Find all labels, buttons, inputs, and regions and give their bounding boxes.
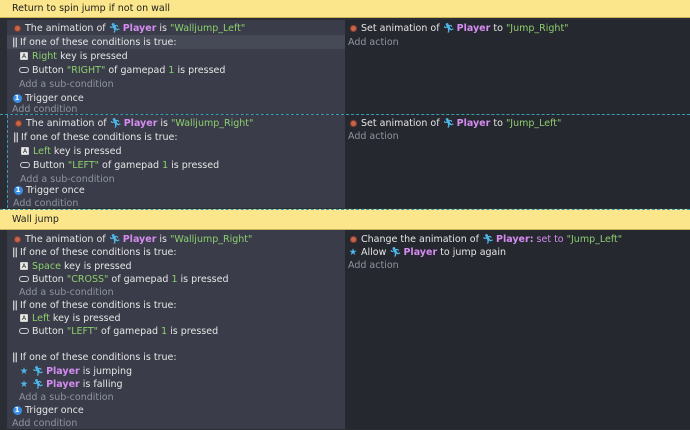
condition-gamepad-button[interactable]: Button "CROSS" of gamepad 1 is pressed [19,272,229,286]
action-allow-jump-again[interactable]: ★ Allow 🏃︎ Player to jump again [348,245,506,259]
keyboard-key-icon: A [20,262,28,270]
condition-gamepad-button[interactable]: Button "RIGHT" of gamepad 1 is pressed [19,63,225,77]
platformer-behavior-icon: ★ [19,378,29,390]
condition-key-pressed[interactable]: A Left key is pressed [20,144,122,158]
player-object-icon: 🏃︎ [108,233,121,245]
player-object-icon: 🏃︎ [32,378,45,390]
add-action-link[interactable]: Add action [348,35,399,49]
player-object-icon: 🏃︎ [442,22,455,34]
condition-player-falling[interactable]: ★ 🏃︎ Player is falling [19,377,123,391]
condition-trigger-once[interactable]: 1 Trigger once [12,403,84,417]
animation-dot-icon [12,234,22,244]
condition-or-block[interactable]: || If one of these conditions is true: [13,130,178,144]
player-object-icon: 🏃︎ [442,117,455,129]
or-condition-icon: || [12,246,18,258]
condition-or-block[interactable]: || If one of these conditions is true: [12,298,177,312]
action-change-animation[interactable]: Change the animation of 🏃︎ Player: set t… [348,232,622,246]
condition-or-block[interactable]: || If one of these conditions is true: [12,350,177,364]
gamepad-icon [19,326,29,336]
condition-gamepad-button[interactable]: Button "LEFT" of gamepad 1 is pressed [20,158,219,172]
player-object-icon: 🏃︎ [481,233,495,245]
animation-dot-icon [13,118,23,128]
keyboard-key-icon: A [20,314,28,322]
keyboard-key-icon: A [20,52,28,60]
comment-return-to-spin-jump[interactable]: Return to spin jump if not on wall [0,0,690,18]
comment-wall-jump[interactable]: Wall jump [0,209,690,230]
add-sub-condition-link[interactable]: Add a sub-condition [19,285,114,299]
platformer-behavior-icon: ★ [19,365,29,377]
conditions-column[interactable]: The animation of 🏃︎ Player is "Walljump_… [7,20,350,115]
platformer-behavior-icon: ★ [348,246,358,258]
animation-dot-icon [12,23,22,33]
event-walljump-left[interactable]: The animation of 🏃︎ Player is "Walljump_… [0,20,690,115]
add-condition-link[interactable]: Add condition [12,416,77,430]
or-condition-icon: || [12,299,18,311]
or-condition-icon: || [13,131,19,143]
conditions-column[interactable]: The animation of 🏃︎ Player is "Walljump_… [7,230,345,429]
condition-gamepad-button[interactable]: Button "LEFT" of gamepad 1 is pressed [19,324,218,338]
player-object-icon: 🏃︎ [32,365,45,377]
condition-trigger-once[interactable]: 1 Trigger once [13,183,85,197]
gamepad-icon [19,274,29,284]
condition-animation-is[interactable]: The animation of 🏃︎ Player is "Walljump_… [12,232,252,246]
player-object-icon: 🏃︎ [389,246,402,258]
comment-text: Return to spin jump if not on wall [12,3,171,14]
comment-text: Wall jump [12,214,59,225]
actions-column[interactable]: Change the animation of 🏃︎ Player: set t… [345,230,690,429]
actions-column[interactable]: Set animation of 🏃︎ Player to "Jump_Left… [345,115,690,208]
or-condition-icon: || [12,36,18,48]
trigger-once-icon: 1 [13,185,23,195]
add-action-link[interactable]: Add action [348,258,399,272]
or-condition-icon: || [12,351,18,363]
condition-key-pressed[interactable]: A Right key is pressed [19,49,128,63]
event-walljump-right[interactable]: The animation of 🏃︎ Player is "Walljump_… [0,115,690,210]
condition-player-jumping[interactable]: ★ 🏃︎ Player is jumping [19,364,132,378]
trigger-once-icon: 1 [12,405,22,415]
conditions-column[interactable]: The animation of 🏃︎ Player is "Walljump_… [7,115,346,210]
condition-animation-is[interactable]: The animation of 🏃︎ Player is "Walljump_… [12,21,245,35]
keyboard-key-icon: A [21,147,29,155]
action-set-animation[interactable]: Set animation of 🏃︎ Player to "Jump_Left… [348,116,561,130]
gamepad-icon [20,160,30,170]
player-object-icon: 🏃︎ [108,22,121,34]
gamepad-icon [19,65,29,75]
condition-key-pressed[interactable]: A Left key is pressed [19,311,121,325]
add-action-link[interactable]: Add action [348,129,399,143]
add-condition-link[interactable]: Add condition [13,196,78,210]
condition-animation-is[interactable]: The animation of 🏃︎ Player is "Walljump_… [13,116,253,130]
animation-dot-icon [348,118,358,128]
actions-column[interactable]: Set animation of 🏃︎ Player to "Jump_Righ… [345,20,690,114]
animation-dot-icon [348,23,358,33]
condition-or-block[interactable]: || If one of these conditions is true: [7,35,350,49]
player-object-icon: 🏃︎ [109,117,122,129]
action-set-animation[interactable]: Set animation of 🏃︎ Player to "Jump_Righ… [348,21,569,35]
animation-dot-icon [348,234,358,244]
event-wall-jump[interactable]: The animation of 🏃︎ Player is "Walljump_… [0,230,690,429]
condition-key-pressed[interactable]: A Space key is pressed [19,259,132,273]
condition-or-block[interactable]: || If one of these conditions is true: [12,245,177,259]
add-sub-condition-link[interactable]: Add a sub-condition [19,390,114,404]
add-sub-condition-link[interactable]: Add a sub-condition [19,77,114,91]
